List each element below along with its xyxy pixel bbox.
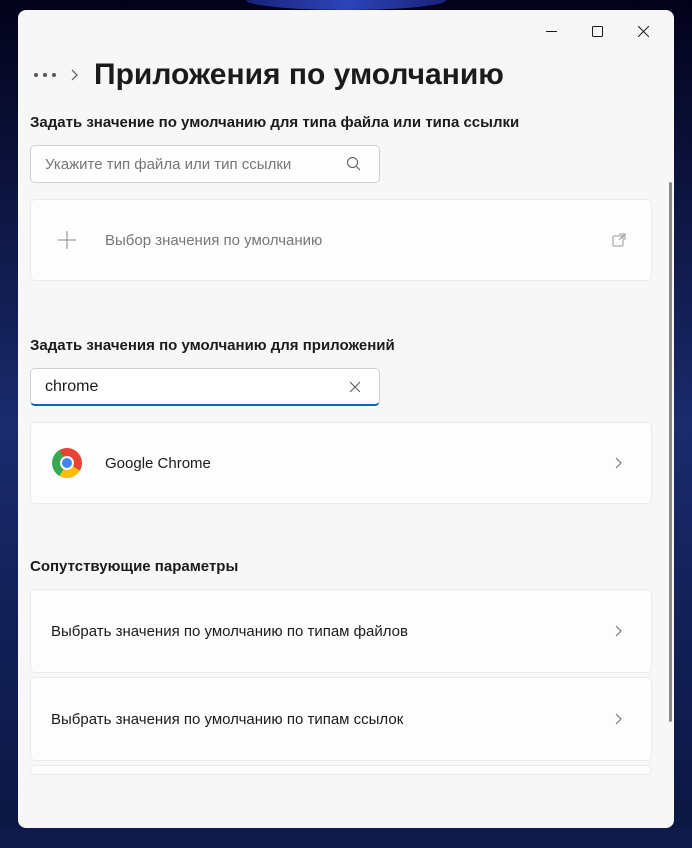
chevron-right-icon xyxy=(607,712,631,726)
partial-card[interactable] xyxy=(30,765,652,775)
file-type-search[interactable] xyxy=(30,145,380,183)
choose-default-card[interactable]: Выбор значения по умолчанию xyxy=(30,199,652,281)
plus-icon xyxy=(51,224,83,256)
choose-default-label: Выбор значения по умолчанию xyxy=(105,232,607,249)
content-area: Приложения по умолчанию Задать значение … xyxy=(18,52,674,828)
breadcrumb: Приложения по умолчанию xyxy=(34,58,652,92)
page-title: Приложения по умолчанию xyxy=(94,58,504,92)
related-file-types-label: Выбрать значения по умолчанию по типам ф… xyxy=(51,623,607,640)
apps-search-input[interactable] xyxy=(45,378,339,396)
chevron-right-icon xyxy=(70,68,80,82)
search-icon xyxy=(337,156,371,172)
file-type-search-input[interactable] xyxy=(45,156,337,173)
section-label-related: Сопутствующие параметры xyxy=(30,558,652,575)
open-external-icon xyxy=(607,232,631,248)
section-label-apps: Задать значения по умолчанию для приложе… xyxy=(30,337,652,354)
apps-search[interactable] xyxy=(30,368,380,406)
section-label-file-type: Задать значение по умолчанию для типа фа… xyxy=(30,114,652,131)
related-file-types[interactable]: Выбрать значения по умолчанию по типам ф… xyxy=(30,589,652,673)
window-titlebar xyxy=(18,10,674,52)
app-result-chrome[interactable]: Google Chrome xyxy=(30,422,652,504)
taskbar[interactable] xyxy=(0,828,692,848)
close-button[interactable] xyxy=(620,15,666,47)
chrome-icon xyxy=(51,447,83,479)
related-link-types[interactable]: Выбрать значения по умолчанию по типам с… xyxy=(30,677,652,761)
minimize-button[interactable] xyxy=(528,15,574,47)
maximize-button[interactable] xyxy=(574,15,620,47)
chevron-right-icon xyxy=(607,456,631,470)
related-link-types-label: Выбрать значения по умолчанию по типам с… xyxy=(51,711,607,728)
settings-window: Приложения по умолчанию Задать значение … xyxy=(18,10,674,828)
desktop-wallpaper-accent xyxy=(246,0,446,10)
breadcrumb-overflow-button[interactable] xyxy=(34,73,56,77)
chevron-right-icon xyxy=(607,624,631,638)
scrollbar[interactable] xyxy=(669,182,672,722)
clear-search-button[interactable] xyxy=(339,381,371,393)
app-result-label: Google Chrome xyxy=(105,455,607,472)
